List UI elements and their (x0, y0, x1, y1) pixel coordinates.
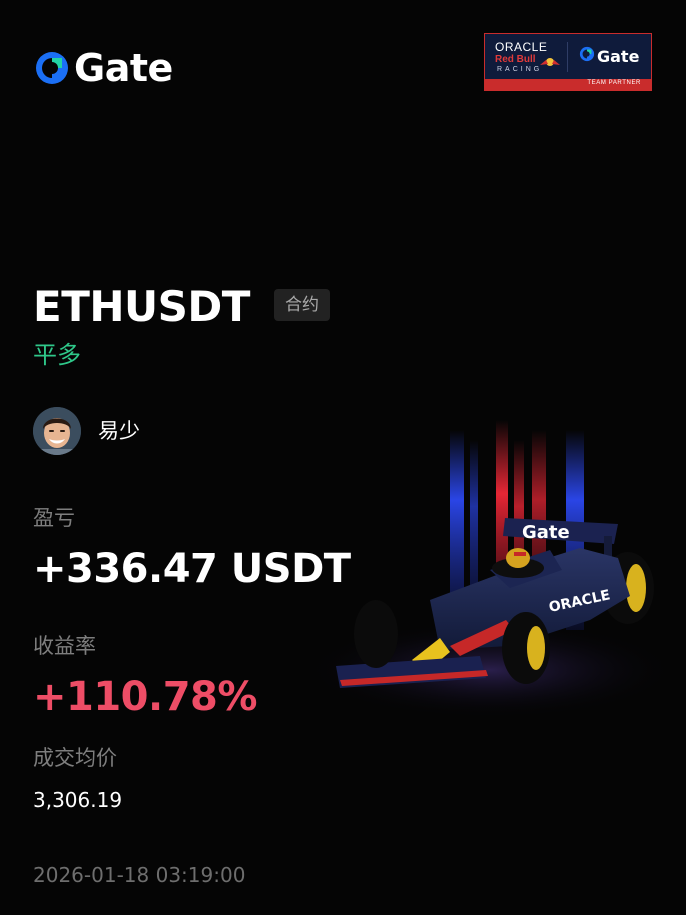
avatar (33, 407, 81, 455)
partner-divider (567, 42, 568, 72)
partner-brand: Gate (579, 46, 639, 66)
brand-name: Gate (74, 46, 173, 90)
contract-type-badge: 合约 (274, 289, 330, 321)
car-wing-text: Gate (522, 522, 570, 543)
team-partner-badge: ORACLE Red Bull RACING Gate TEAM PARTNER (484, 33, 652, 91)
gate-logo-icon (579, 46, 595, 66)
partner-line1: ORACLE (495, 40, 548, 54)
position-side: 平多 (33, 341, 81, 369)
trading-pair: ETHUSDT (33, 282, 250, 331)
red-bull-icon (539, 53, 561, 66)
gate-logo-icon (34, 50, 70, 86)
username: 易少 (98, 419, 140, 443)
pnl-label: 盈亏 (33, 506, 75, 530)
avg-price-label: 成交均价 (33, 746, 117, 770)
avatar-photo (33, 407, 81, 455)
brand-logo: Gate (34, 48, 173, 88)
partner-strip-label: TEAM PARTNER (587, 80, 641, 86)
rate-value: +110.78% (33, 674, 257, 720)
partner-line2: Red Bull (495, 54, 536, 65)
share-card: Gate ORACLE Red Bull RACING Gate TEAM PA… (0, 0, 686, 915)
partner-strip: TEAM PARTNER (485, 79, 651, 90)
partner-line3: RACING (497, 66, 543, 73)
race-car-illustration: Gate ORACLE (300, 420, 686, 720)
pnl-value: +336.47 USDT (33, 546, 351, 592)
partner-brand-name: Gate (597, 46, 640, 66)
partner-badge-top: ORACLE Red Bull RACING Gate (485, 34, 651, 80)
timestamp: 2026-01-18 03:19:00 (33, 863, 246, 887)
rate-label: 收益率 (33, 634, 96, 658)
avg-price-value: 3,306.19 (33, 788, 123, 812)
